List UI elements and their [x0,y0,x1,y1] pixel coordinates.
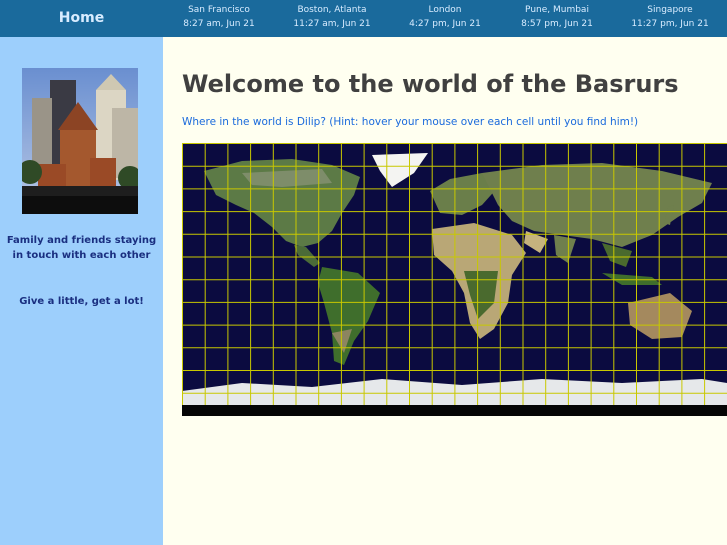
clock-pune-mumbai: Pune, Mumbai 8:57 pm, Jun 21 [502,3,612,31]
clock-city: Pune, Mumbai [525,5,589,15]
city-church-photo [22,68,138,214]
clock-time: 4:27 pm, Jun 21 [409,19,481,29]
clock-city: San Francisco [188,5,250,15]
clock-city: Boston, Atlanta [297,5,367,15]
clock-san-francisco: San Francisco 8:27 am, Jun 21 [164,3,274,31]
clock-time: 8:57 pm, Jun 21 [521,19,593,29]
clock-boston-atlanta: Boston, Atlanta 11:27 am, Jun 21 [277,3,387,31]
clock-time: 11:27 pm, Jun 21 [631,19,709,29]
clock-time: 11:27 am, Jun 21 [293,19,371,29]
sidebar-tagline: Family and friends staying in touch with… [6,235,157,261]
hint-text: Where in the world is Dilip? (Hint: hove… [182,116,639,128]
page-title: Welcome to the world of the Basrurs [182,70,679,98]
sidebar-motto: Give a little, get a lot! [19,296,144,307]
clock-london: London 4:27 pm, Jun 21 [390,3,500,31]
clock-time: 8:27 am, Jun 21 [183,19,255,29]
clock-singapore: Singapore 11:27 pm, Jun 21 [615,3,725,31]
clock-city: Singapore [647,5,693,15]
clock-city: London [428,5,462,15]
sidebar: Family and friends staying in touch with… [0,37,163,545]
top-navigation-bar: Home San Francisco 8:27 am, Jun 21 Bosto… [0,0,727,37]
world-map-grid[interactable] [182,143,727,416]
home-link[interactable]: Home [0,0,163,37]
